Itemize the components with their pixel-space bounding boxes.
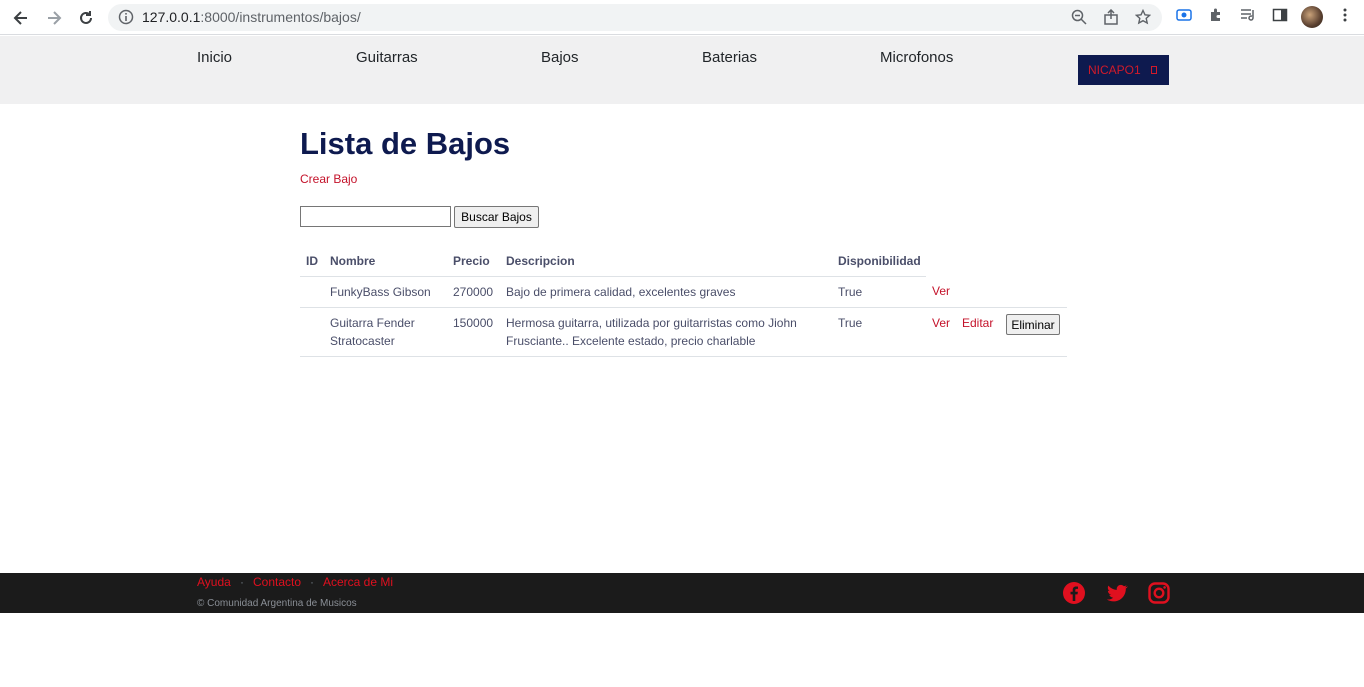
eliminar-button[interactable]: Eliminar [1006,314,1060,335]
ver-link[interactable]: Ver [932,284,950,298]
cell-precio: 270000 [453,285,494,299]
reload-icon[interactable] [75,7,97,29]
copyright-text: © Comunidad Argentina de Musicos [197,598,357,609]
row-divider [300,356,1067,357]
bookmark-star-icon[interactable] [1134,8,1152,30]
footer-separator: · [240,575,244,589]
page-title: Lista de Bajos [300,126,511,161]
editar-link[interactable]: Editar [962,316,993,330]
browser-toolbar: 127.0.0.1:8000/instrumentos/bajos/ [0,0,1364,35]
user-dropdown-icon [1150,66,1157,74]
cell-nombre-line2: Stratocaster [330,334,395,348]
create-bajo-link[interactable]: Crear Bajo [300,172,357,186]
cell-precio: 150000 [453,316,494,330]
search-button[interactable]: Buscar Bajos [454,206,539,228]
cell-disponibilidad: True [838,285,863,299]
site-info-icon[interactable] [118,9,134,30]
cell-nombre: FunkyBass Gibson [330,285,431,299]
side-panel-icon[interactable] [1272,7,1288,28]
nav-link-inicio[interactable]: Inicio [197,49,232,66]
column-header-disponibilidad: Disponibilidad [838,254,921,268]
media-queue-icon[interactable] [1240,7,1256,28]
nav-link-microfonos[interactable]: Microfonos [880,49,953,66]
user-menu-button[interactable]: NICAPO1 [1078,55,1169,85]
column-header-descripcion: Descripcion [506,254,575,268]
site-header: Inicio Guitarras Bajos Baterias Microfon… [0,36,1364,104]
url-text: 127.0.0.1:8000/instrumentos/bajos/ [142,9,361,25]
cell-descripcion: Bajo de primera calidad, excelentes grav… [506,285,736,299]
instagram-icon[interactable] [1147,581,1171,605]
column-header-precio: Precio [453,254,490,268]
twitter-icon[interactable] [1105,581,1129,605]
zoom-icon[interactable] [1071,9,1087,30]
search-input[interactable] [300,206,451,227]
ver-link[interactable]: Ver [932,316,950,330]
footer-link-contacto[interactable]: Contacto [253,575,301,589]
footer-link-acerca[interactable]: Acerca de Mi [323,575,393,589]
share-icon[interactable] [1103,8,1119,30]
address-bar[interactable]: 127.0.0.1:8000/instrumentos/bajos/ [108,4,1162,31]
nav-link-bajos[interactable]: Bajos [541,49,579,66]
nav-link-guitarras[interactable]: Guitarras [356,49,418,66]
screencast-extension-icon[interactable] [1176,7,1192,28]
footer-separator: · [310,575,314,589]
user-name-label: NICAPO1 [1088,63,1141,77]
footer-link-ayuda[interactable]: Ayuda [197,575,231,589]
row-divider [300,307,1067,308]
cell-nombre-line1: Guitarra Fender [330,316,415,330]
facebook-icon[interactable] [1062,581,1086,605]
cell-descripcion-line1: Hermosa guitarra, utilizada por guitarri… [506,316,797,330]
back-icon[interactable] [10,7,32,29]
column-header-id: ID [306,254,318,268]
column-header-nombre: Nombre [330,254,376,268]
cell-descripcion-line2: Frusciante.. Excelente estado, precio ch… [506,334,756,348]
cell-disponibilidad: True [838,316,863,330]
site-footer: Ayuda · Contacto · Acerca de Mi © Comuni… [0,573,1364,613]
nav-link-baterias[interactable]: Baterias [702,49,757,66]
extensions-puzzle-icon[interactable] [1208,7,1224,28]
forward-icon[interactable] [43,7,65,29]
header-divider [300,276,926,277]
profile-avatar[interactable] [1301,6,1323,28]
browser-menu-icon[interactable] [1337,7,1353,28]
